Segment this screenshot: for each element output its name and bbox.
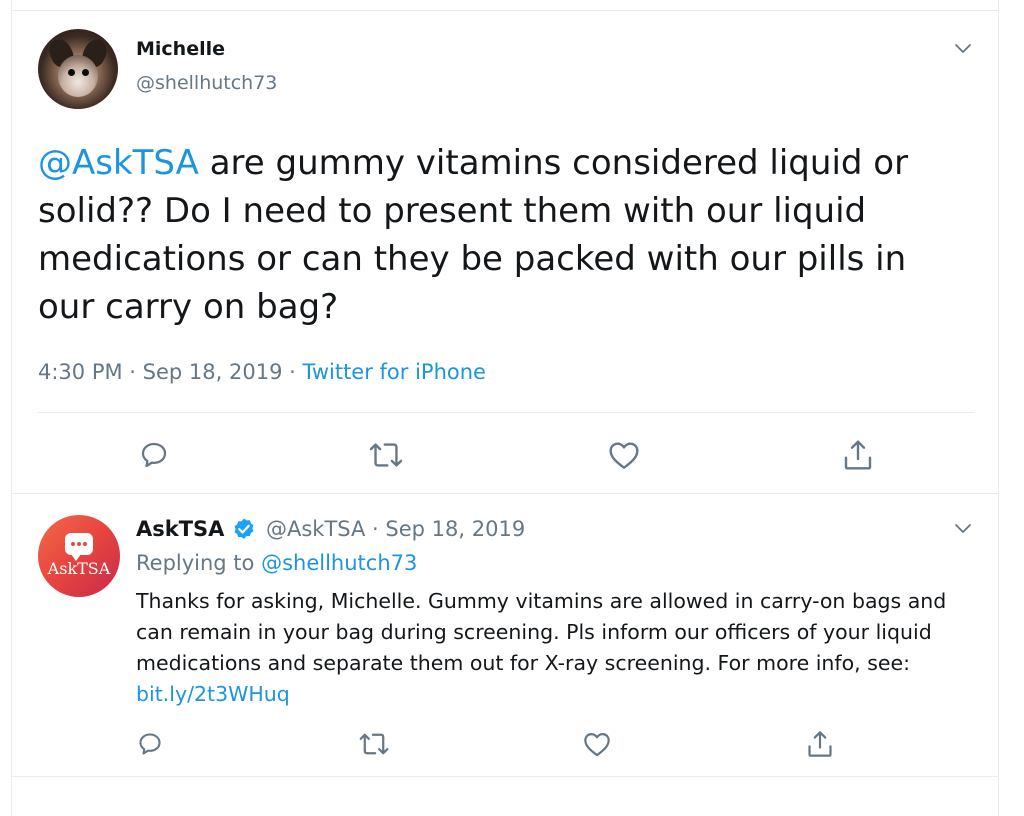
- tweet-time[interactable]: 4:30 PM: [38, 360, 123, 384]
- avatar-label: AskTSA: [47, 559, 111, 578]
- author-handle[interactable]: @shellhutch73: [136, 72, 277, 94]
- reply-icon[interactable]: [132, 726, 168, 762]
- top-divider: [11, 10, 999, 11]
- bottom-divider: [11, 776, 999, 777]
- tweet-divider: [38, 412, 974, 413]
- chevron-down-icon[interactable]: [954, 520, 972, 538]
- tweet-source[interactable]: Twitter for iPhone: [302, 360, 486, 384]
- mention-link[interactable]: @AskTSA: [38, 143, 199, 183]
- heart-icon[interactable]: [606, 437, 642, 473]
- replying-to-prefix: Replying to: [136, 551, 262, 575]
- tweet-date[interactable]: Sep 18, 2019: [143, 360, 283, 384]
- retweet-icon[interactable]: [368, 437, 404, 473]
- avatar-michelle[interactable]: [38, 29, 118, 109]
- chat-bubble-icon: [65, 533, 93, 561]
- replying-to-handle[interactable]: @shellhutch73: [261, 551, 417, 575]
- author-name[interactable]: Michelle: [136, 38, 225, 60]
- reply-handle-date[interactable]: @AskTSA · Sep 18, 2019: [266, 517, 525, 541]
- share-icon[interactable]: [802, 726, 838, 762]
- heart-icon[interactable]: [579, 726, 615, 762]
- share-icon[interactable]: [840, 437, 876, 473]
- reply-icon[interactable]: [136, 437, 172, 473]
- meta-separator: ·: [122, 360, 143, 384]
- verified-badge-icon: [232, 517, 256, 541]
- tweet-text: @AskTSA are gummy vitamins considered li…: [38, 139, 968, 331]
- chevron-down-icon[interactable]: [954, 40, 972, 58]
- meta-separator: ·: [282, 360, 303, 384]
- reply-author-name[interactable]: AskTSA: [136, 517, 224, 541]
- avatar-asktsa[interactable]: AskTSA: [38, 515, 120, 597]
- reply-text: Thanks for asking, Michelle. Gummy vitam…: [136, 586, 976, 710]
- thread-divider: [11, 493, 999, 494]
- replying-to: Replying to @shellhutch73: [136, 551, 417, 575]
- reply-body: Thanks for asking, Michelle. Gummy vitam…: [136, 589, 947, 675]
- tweet-meta: 4:30 PM · Sep 18, 2019 · Twitter for iPh…: [38, 360, 486, 384]
- column-border-left: [11, 0, 12, 816]
- retweet-icon[interactable]: [356, 726, 392, 762]
- reply-link[interactable]: bit.ly/2t3WHuq: [136, 682, 290, 706]
- column-border-right: [998, 0, 999, 816]
